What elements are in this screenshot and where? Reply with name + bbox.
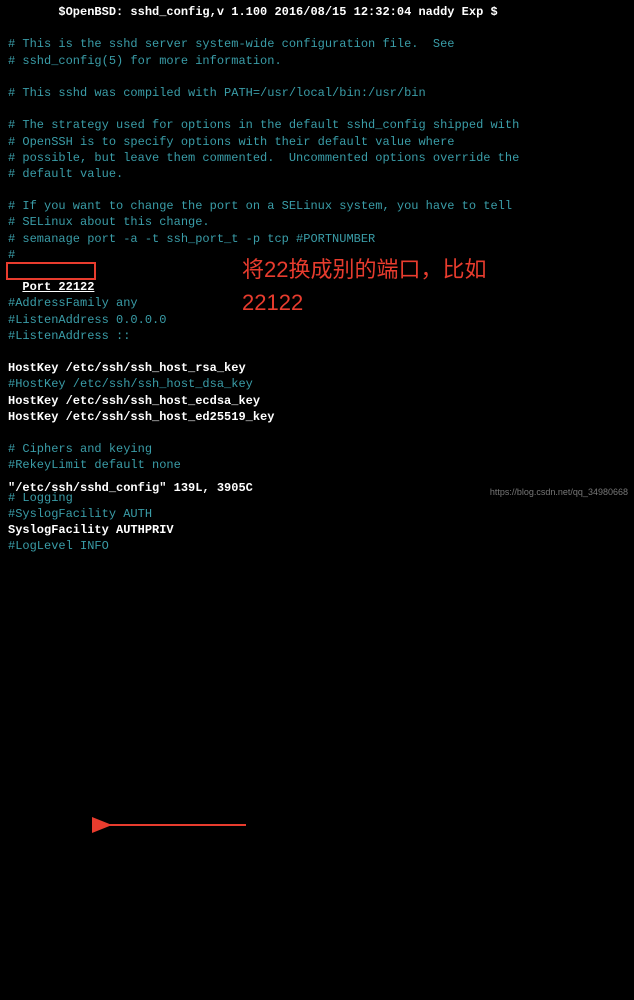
blank: [8, 20, 634, 36]
watermark: https://blog.csdn.net/qq_34980668: [490, 486, 628, 498]
config-comment-line: #HostKey /etc/ssh/ssh_host_dsa_key: [8, 376, 634, 392]
config-comment-line: # If you want to change the port on a SE…: [8, 198, 634, 214]
config-comment-line: #ListenAddress ::: [8, 328, 634, 344]
config-comment-line: # This sshd was compiled with PATH=/usr/…: [8, 85, 634, 101]
comment-block-2: # This sshd was compiled with PATH=/usr/…: [8, 85, 634, 101]
blank: [8, 344, 634, 360]
syslog-line: SyslogFacility AUTHPRIV: [8, 522, 634, 538]
config-comment-line: # OpenSSH is to specify options with the…: [8, 134, 634, 150]
blank: [8, 101, 634, 117]
comment-block-3: # The strategy used for options in the d…: [8, 117, 634, 182]
config-comment-line: # This is the sshd server system-wide co…: [8, 36, 634, 52]
annotation-text: 将22换成别的端口，比如 22122: [242, 253, 486, 319]
header-line: $OpenBSD: sshd_config,v 1.100 2016/08/15…: [8, 4, 634, 20]
blank: [8, 425, 634, 441]
loglevel-line: #LogLevel INFO: [8, 538, 634, 554]
config-comment-line: # SELinux about this change.: [8, 214, 634, 230]
comment-block-6: #HostKey /etc/ssh/ssh_host_dsa_key: [8, 376, 634, 392]
vim-status-bar: "/etc/ssh/sshd_config" 139L, 3905C: [8, 480, 253, 496]
config-comment-line: # semanage port -a -t ssh_port_t -p tcp …: [8, 231, 634, 247]
blank: [8, 182, 634, 198]
config-comment-line: #SyslogFacility AUTH: [8, 506, 634, 522]
config-comment-line: # The strategy used for options in the d…: [8, 117, 634, 133]
hostkey-ecdsa: HostKey /etc/ssh/ssh_host_ecdsa_key: [8, 393, 634, 409]
config-comment-line: # sshd_config(5) for more information.: [8, 53, 634, 69]
annotation-arrow: [8, 554, 634, 1000]
hostkey-rsa: HostKey /etc/ssh/ssh_host_rsa_key: [8, 360, 634, 376]
config-comment-line: #RekeyLimit default none: [8, 457, 634, 473]
config-comment-line: # default value.: [8, 166, 634, 182]
blank: [8, 69, 634, 85]
config-comment-line: # Ciphers and keying: [8, 441, 634, 457]
config-comment-line: # possible, but leave them commented. Un…: [8, 150, 634, 166]
comment-block-7: # Ciphers and keying#RekeyLimit default …: [8, 441, 634, 473]
comment-block-1: # This is the sshd server system-wide co…: [8, 36, 634, 68]
hostkey-ed25519: HostKey /etc/ssh/ssh_host_ed25519_key: [8, 409, 634, 425]
